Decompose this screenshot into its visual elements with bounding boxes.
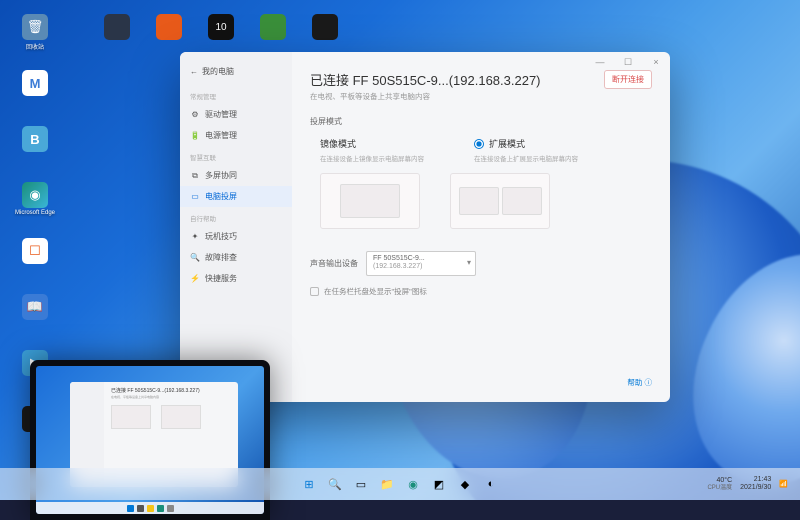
mirror-thumbnail[interactable] — [320, 173, 420, 229]
devices-icon: ⧉ — [190, 171, 200, 181]
desktop-icon[interactable] — [256, 14, 290, 56]
start-button[interactable]: ⊞ — [299, 474, 319, 494]
window-title: ←我的电脑 — [180, 62, 292, 85]
desktop-icon[interactable] — [152, 14, 186, 56]
gear-icon: ⚙ — [190, 110, 200, 120]
sidebar-item-cast[interactable]: ▭电脑投屏 — [180, 186, 292, 207]
taskbar-app-button[interactable]: ◩ — [429, 474, 449, 494]
desktop-icon[interactable] — [100, 14, 134, 56]
help-link[interactable]: 帮助 ⓘ — [627, 377, 652, 388]
desktop-icon[interactable]: M — [18, 70, 52, 112]
sidebar-item-service[interactable]: ⚡快捷服务 — [180, 268, 292, 289]
desktop-icon[interactable]: ☐ — [18, 238, 52, 280]
audio-output-select[interactable]: FF 50S515C-9... (192.168.3.227) — [366, 251, 476, 276]
desktop-top-icon-row: 10 — [100, 14, 342, 56]
wand-icon: ✦ — [190, 232, 200, 242]
sidebar-group-label: 智慧互联 — [180, 146, 292, 165]
bolt-icon: ⚡ — [190, 274, 200, 284]
tray-icon-label: 在任务栏托盘处显示"投屏"图标 — [324, 286, 427, 297]
battery-icon: 🔋 — [190, 131, 200, 141]
minimize-button[interactable]: — — [586, 52, 614, 72]
content-area: — ☐ × 已连接 FF 50S515C-9...(192.168.3.227)… — [292, 52, 670, 402]
connection-subtext: 在电视、平板等设备上共享电脑内容 — [310, 91, 652, 102]
sidebar: ←我的电脑 常规管理 ⚙驱动管理 🔋电源管理 智慧互联 ⧉多屏协同 ▭电脑投屏 … — [180, 52, 292, 402]
taskview-button[interactable]: ▭ — [351, 474, 371, 494]
titlebar-controls: — ☐ × — [586, 52, 670, 72]
taskbar-center: ⊞ 🔍 ▭ 📁 ◉ ◩ ◆ ◐ — [299, 474, 501, 494]
sidebar-item-multiscreen[interactable]: ⧉多屏协同 — [180, 165, 292, 186]
sidebar-item-driver[interactable]: ⚙驱动管理 — [180, 104, 292, 125]
mode-section-label: 投屏模式 — [310, 116, 652, 127]
search-button[interactable]: 🔍 — [325, 474, 345, 494]
clock[interactable]: 21:43 2021/9/30 — [740, 476, 771, 491]
tray-icon[interactable]: 📶 — [779, 480, 788, 488]
sidebar-group-label: 常规管理 — [180, 85, 292, 104]
cpu-temp: 40°C — [707, 477, 732, 485]
connection-status: 已连接 FF 50S515C-9...(192.168.3.227) — [310, 70, 541, 89]
disconnect-button[interactable]: 断开连接 — [604, 70, 652, 89]
sidebar-item-diagnose[interactable]: 🔍故障排查 — [180, 247, 292, 268]
sidebar-item-tips[interactable]: ✦玩机技巧 — [180, 226, 292, 247]
explorer-button[interactable]: 📁 — [377, 474, 397, 494]
audio-output-label: 声音输出设备 — [310, 258, 358, 269]
taskbar-app-button[interactable]: ◐ — [481, 474, 501, 494]
edge-icon[interactable]: ◉Microsoft Edge — [18, 182, 52, 224]
desktop-icon[interactable]: B — [18, 126, 52, 168]
tray-icon-checkbox[interactable] — [310, 287, 319, 296]
extend-thumbnail[interactable] — [450, 173, 550, 229]
desktop-icon[interactable]: 📖 — [18, 294, 52, 336]
cpu-temp-label: CPU温度 — [707, 485, 732, 492]
sidebar-group-label: 自行帮助 — [180, 207, 292, 226]
radio-selected-icon — [474, 139, 484, 149]
close-button[interactable]: × — [642, 52, 670, 72]
recycle-bin-icon[interactable]: 🗑回收站 — [18, 14, 52, 56]
desktop-icon[interactable] — [308, 14, 342, 56]
cast-icon: ▭ — [190, 192, 200, 202]
taskbar-app-button[interactable]: ◆ — [455, 474, 475, 494]
mode-mirror[interactable]: 镜像模式 在连接设备上镜像显示电脑屏幕内容 — [320, 137, 424, 163]
laptop-taskbar — [36, 502, 264, 514]
sidebar-item-power[interactable]: 🔋电源管理 — [180, 125, 292, 146]
back-icon[interactable]: ← — [190, 67, 198, 76]
taskbar-tray[interactable]: 40°C CPU温度 21:43 2021/9/30 📶 — [707, 476, 788, 491]
desktop-icon[interactable]: 10 — [204, 14, 238, 56]
pc-manager-window: ←我的电脑 常规管理 ⚙驱动管理 🔋电源管理 智慧互联 ⧉多屏协同 ▭电脑投屏 … — [180, 52, 670, 402]
search-icon: 🔍 — [190, 253, 200, 263]
taskbar: ⊞ 🔍 ▭ 📁 ◉ ◩ ◆ ◐ 40°C CPU温度 21:43 2021/9/… — [0, 468, 800, 500]
maximize-button[interactable]: ☐ — [614, 52, 642, 72]
edge-button[interactable]: ◉ — [403, 474, 423, 494]
mode-extend[interactable]: 扩展模式 在连接设备上扩展显示电脑屏幕内容 — [474, 137, 578, 163]
